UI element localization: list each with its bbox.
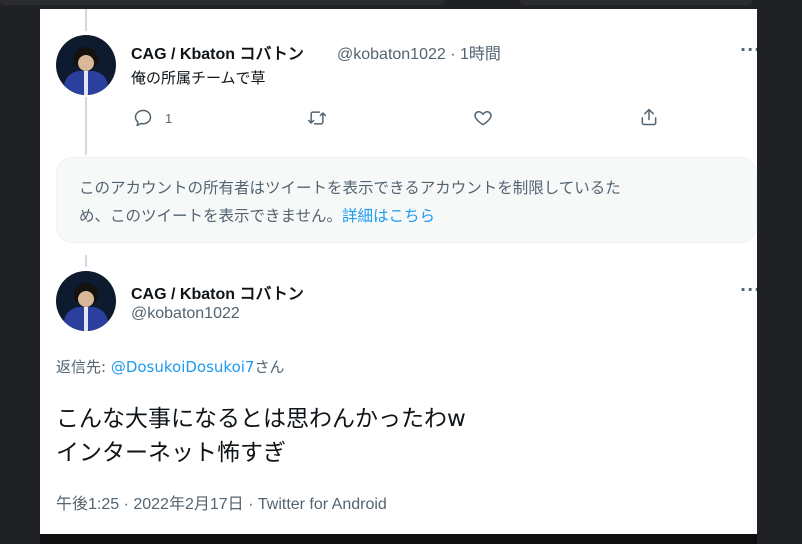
replying-to-suffix: さん <box>254 358 285 376</box>
replying-to-prefix: 返信先: <box>56 358 111 376</box>
display-name[interactable]: CAG / Kbaton コバトン <box>131 280 304 304</box>
replying-to: 返信先: @DosukoiDosukoi7さん <box>56 356 284 377</box>
restricted-tweet-notice: このアカウントの所有者はツイートを表示できるアカウントを制限しているた め、この… <box>56 157 757 243</box>
browser-tab-strip-left <box>0 0 445 5</box>
like-icon <box>473 108 493 128</box>
share-button[interactable] <box>639 107 659 127</box>
notice-text: め、このツイートを表示できません。 <box>79 207 343 225</box>
tweet-text-line1: こんな大事になるとは思わんかったわw <box>56 406 466 432</box>
notice-text-line2: め、このツイートを表示できません。詳細はこちら <box>79 204 435 226</box>
thread-line <box>85 97 87 155</box>
tweet-card: CAG / Kbaton コバトン @kobaton1022 · 1時間 ···… <box>40 9 757 534</box>
retweet-button[interactable] <box>306 108 328 128</box>
bottom-bar <box>40 534 757 544</box>
tweet-timestamp[interactable]: 午後1:25 · 2022年2月17日 · Twitter for Androi… <box>56 490 387 514</box>
avatar[interactable] <box>56 271 116 331</box>
thread-line <box>85 9 87 31</box>
reply-icon <box>133 108 153 128</box>
tweet-text: 俺の所属チームで草 <box>131 69 266 87</box>
display-name[interactable]: CAG / Kbaton コバトン <box>131 40 304 64</box>
tweet-text-line2: インターネット怖すぎ <box>56 440 286 466</box>
avatar[interactable] <box>56 35 116 95</box>
page-background <box>757 0 802 544</box>
thread-line <box>85 255 87 267</box>
reply-count: 1 <box>165 110 173 126</box>
notice-text-line1: このアカウントの所有者はツイートを表示できるアカウントを制限しているた <box>79 179 621 197</box>
handle[interactable]: @kobaton1022 <box>131 305 240 323</box>
handle-and-time[interactable]: @kobaton1022 · 1時間 <box>337 40 501 64</box>
more-options-icon[interactable]: ··· <box>740 280 757 299</box>
browser-top-bar <box>0 0 802 8</box>
browser-tab-strip-right <box>520 0 752 5</box>
replied-user-link[interactable]: @DosukoiDosukoi7 <box>111 358 255 376</box>
reply-button[interactable]: 1 <box>133 108 172 128</box>
learn-more-link[interactable]: 詳細はこちら <box>342 207 435 225</box>
like-button[interactable] <box>473 108 493 128</box>
more-options-icon[interactable]: ··· <box>740 40 757 59</box>
share-icon <box>639 107 659 127</box>
retweet-icon <box>306 108 328 128</box>
